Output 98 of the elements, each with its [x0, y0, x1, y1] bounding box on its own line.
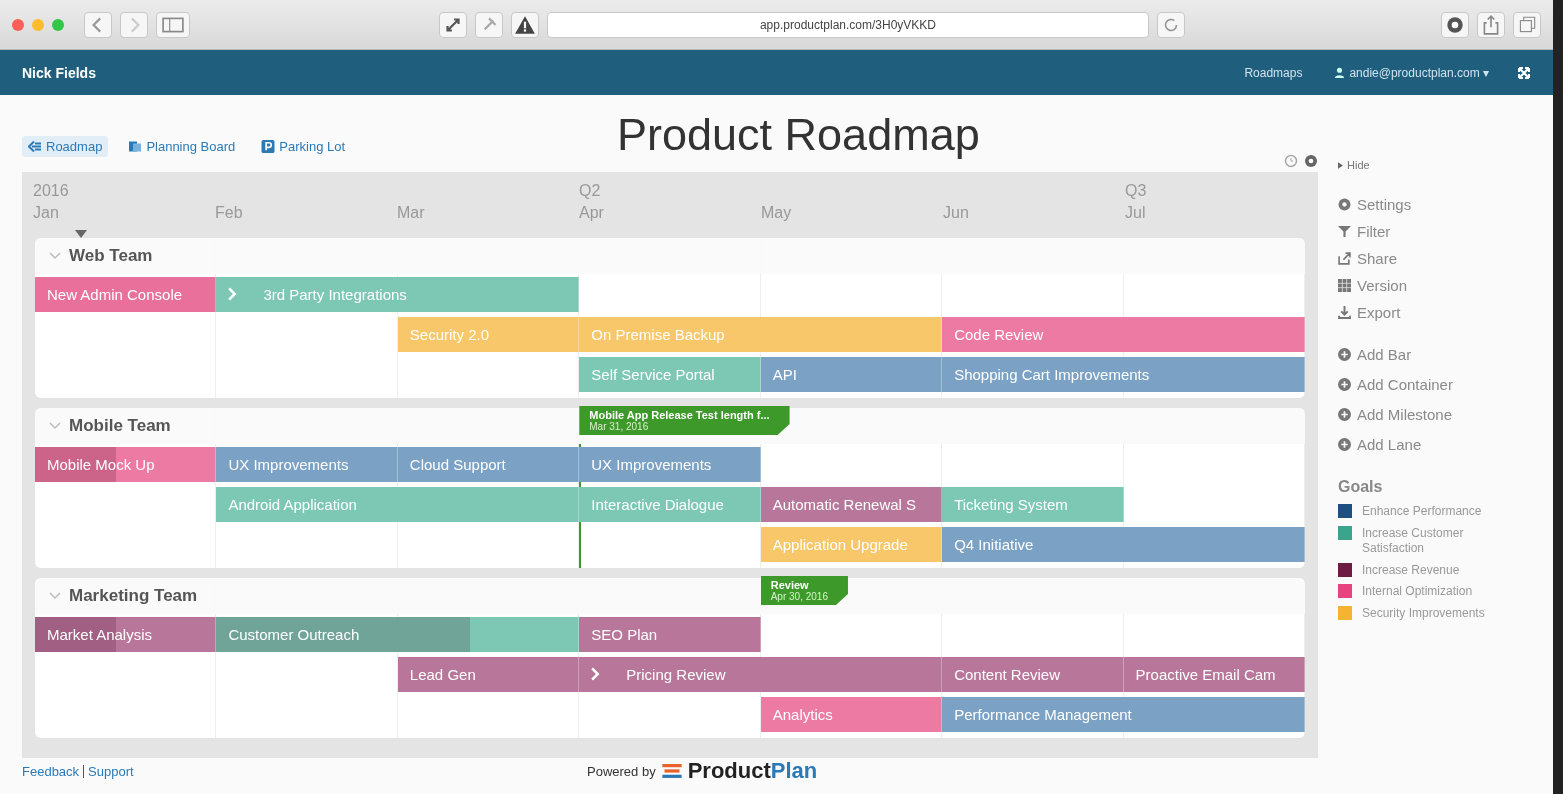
- month-label: Mar: [397, 204, 426, 222]
- account-name: Nick Fields: [22, 64, 96, 81]
- roadmap-bar[interactable]: New Admin Console: [35, 276, 217, 312]
- chevron-icon[interactable]: [49, 422, 61, 430]
- logo-mark-icon: [661, 763, 682, 779]
- logo-text: ProductPlan: [687, 758, 818, 784]
- forward-icon[interactable]: [120, 11, 148, 38]
- roadmap-bar[interactable]: Code Review: [942, 316, 1305, 352]
- reload-icon[interactable]: [1157, 11, 1185, 38]
- goal-label: Internal Optimization: [1362, 584, 1473, 600]
- goal-label: Security Improvements: [1362, 605, 1485, 622]
- filter-icon: [1338, 225, 1351, 238]
- roadmap-bar[interactable]: Shopping Cart Improvements: [942, 356, 1305, 392]
- period-label: 2016: [33, 182, 70, 201]
- board-icon: [128, 140, 143, 153]
- roadmap-bar[interactable]: Analytics: [760, 696, 943, 732]
- sidebar-action[interactable]: Export: [1338, 304, 1553, 321]
- user-icon: [1334, 67, 1346, 78]
- roadmap-bar[interactable]: UX Improvements: [579, 446, 761, 482]
- footer-link[interactable]: Feedback: [22, 763, 80, 779]
- add-action[interactable]: Add Milestone: [1338, 406, 1553, 423]
- gear-icon: [1338, 198, 1351, 211]
- add-action[interactable]: Add Lane: [1338, 436, 1553, 453]
- roadmap-bar[interactable]: SEO Plan: [579, 616, 761, 652]
- sidebar-action[interactable]: Share: [1338, 250, 1553, 267]
- tabs-icon[interactable]: [1513, 11, 1541, 38]
- roadmap-bar[interactable]: Interactive Dialogue: [579, 486, 761, 522]
- plus-circle-icon: [1338, 408, 1351, 421]
- team-name[interactable]: Marketing Team: [69, 586, 198, 606]
- month-label: Jan: [33, 204, 60, 222]
- user-menu[interactable]: andie@productplan.com ▾: [1349, 65, 1489, 80]
- month-label: May: [761, 204, 793, 222]
- grid-icon: [1338, 279, 1351, 292]
- roadmap-bar[interactable]: Self Service Portal: [579, 356, 761, 392]
- chevron-icon[interactable]: [49, 592, 61, 600]
- add-action[interactable]: Add Bar: [1338, 346, 1553, 363]
- month-label: Feb: [215, 204, 244, 222]
- roadmap-bar[interactable]: Customer Outreach: [216, 616, 580, 652]
- share-icon: [1338, 252, 1351, 265]
- back-icon[interactable]: [84, 11, 112, 38]
- roadmap-bar[interactable]: Lead Gen: [397, 656, 580, 692]
- plus-circle-icon: [1338, 378, 1351, 391]
- month-label: Jul: [1125, 204, 1147, 222]
- roadmaps-link[interactable]: Roadmaps: [1244, 65, 1303, 80]
- goal-label: Enhance Performance: [1362, 504, 1482, 520]
- add-action[interactable]: Add Container: [1338, 376, 1553, 393]
- plus-circle-icon: [1338, 438, 1351, 451]
- roadmap-bar[interactable]: Pricing Review: [579, 656, 943, 692]
- roadmap-bar[interactable]: Proactive Email Cam: [1123, 656, 1305, 692]
- sidebar-action[interactable]: Version: [1338, 277, 1553, 294]
- month-label: Apr: [579, 204, 605, 222]
- roadmap-bar[interactable]: UX Improvements: [216, 446, 398, 482]
- period-label: Q2: [579, 182, 602, 201]
- roadmap-bar[interactable]: API: [760, 356, 943, 392]
- settings-icon[interactable]: [1304, 154, 1318, 168]
- sidebar-icon[interactable]: [156, 11, 190, 38]
- hide-link[interactable]: Hide: [1338, 159, 1553, 171]
- minimize-window-dot[interactable]: [32, 18, 44, 31]
- roadmap-bar[interactable]: Android Application: [216, 486, 580, 522]
- roadmap-bar[interactable]: Market Analysis: [35, 616, 217, 652]
- view-tab[interactable]: Parking Lot: [255, 136, 352, 157]
- view-tab[interactable]: Roadmap: [22, 136, 109, 157]
- clock-icon[interactable]: [1284, 154, 1298, 168]
- page-title: Product Roadmap: [617, 109, 980, 161]
- sidebar-action[interactable]: Filter: [1338, 223, 1553, 240]
- close-window-dot[interactable]: [12, 18, 24, 31]
- roadmap-bar[interactable]: Q4 Initiative: [942, 526, 1305, 562]
- roadmap-bar[interactable]: Content Review: [942, 656, 1124, 692]
- sidebar-action[interactable]: Settings: [1338, 196, 1553, 213]
- chevron-icon[interactable]: [49, 252, 61, 260]
- powered-by-text: Powered by: [587, 763, 656, 779]
- month-label: Jun: [943, 204, 970, 222]
- period-label: Q3: [1125, 182, 1148, 201]
- triangle-icon: [1338, 161, 1343, 169]
- goal-label: Increase Revenue: [1362, 562, 1460, 579]
- roadmap-bar[interactable]: Performance Management: [942, 696, 1305, 732]
- goal-label: Increase Customer Satisfaction: [1362, 525, 1465, 557]
- view-tab[interactable]: Planning Board: [122, 136, 242, 157]
- expand-icon[interactable]: [1517, 65, 1531, 80]
- team-name[interactable]: Mobile Team: [69, 416, 171, 436]
- roadmap-icon: [28, 140, 42, 153]
- roadmap-bar[interactable]: Ticketing System: [942, 486, 1124, 522]
- team-name[interactable]: Web Team: [69, 246, 153, 266]
- plus-circle-icon: [1338, 348, 1351, 361]
- zoom-window-dot[interactable]: [52, 18, 64, 31]
- footer-link[interactable]: Support: [88, 763, 134, 779]
- resize-arrows-icon[interactable]: [439, 11, 467, 38]
- goals-heading: Goals: [1338, 478, 1384, 496]
- milestone[interactable]: Mobile App Release Test length f... Mar 31, 2016: [579, 406, 790, 435]
- roadmap-bar[interactable]: 3rd Party Integrations: [216, 276, 580, 312]
- milestone[interactable]: Review Apr 30, 2016: [760, 576, 848, 605]
- warning-icon[interactable]: [511, 11, 539, 38]
- address-bar[interactable]: app.productplan.com/3H0yVKKD: [547, 11, 1149, 38]
- roadmap-bar[interactable]: Automatic Renewal S: [760, 486, 943, 522]
- roadmap-bar[interactable]: Mobile Mock Up: [35, 446, 217, 482]
- parking-icon: [261, 140, 276, 153]
- share-icon[interactable]: [1477, 11, 1505, 38]
- roadmap-bar[interactable]: Cloud Support: [397, 446, 580, 482]
